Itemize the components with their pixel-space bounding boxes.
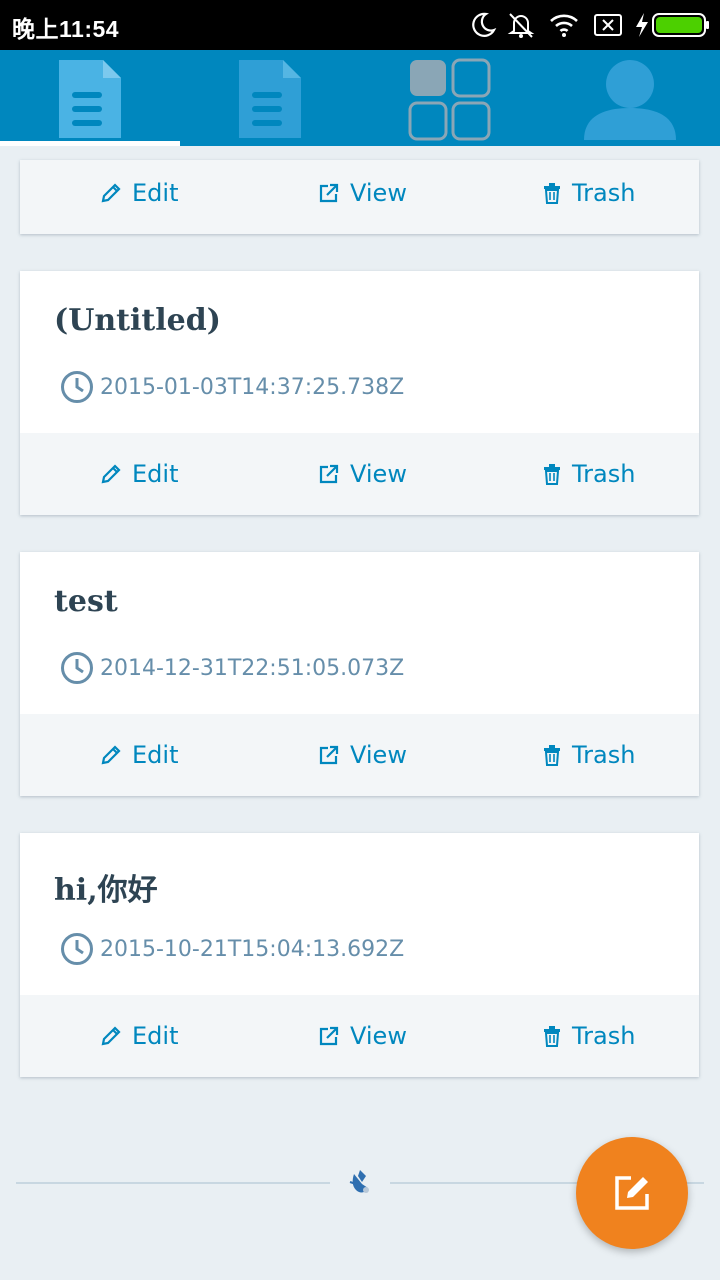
new-post-button[interactable] <box>576 1137 688 1249</box>
card-actions: Edit View Trash <box>20 433 699 515</box>
trash-button[interactable]: Trash <box>542 995 635 1077</box>
post-title: (Untitled) <box>54 303 221 338</box>
post-date-text: 2015-10-21T15:04:13.692Z <box>100 936 405 962</box>
sim-off-icon <box>592 10 624 44</box>
view-button[interactable]: View <box>318 160 407 226</box>
pencil-icon <box>101 183 121 203</box>
post-card[interactable]: test 2014-12-31T22:51:05.073Z Edit View … <box>20 552 699 796</box>
edit-label: Edit <box>132 1022 179 1050</box>
edit-button[interactable]: Edit <box>100 433 178 515</box>
edit-label: Edit <box>132 741 179 769</box>
post-date: 2014-12-31T22:51:05.073Z <box>60 650 404 686</box>
wifi-icon <box>548 10 580 44</box>
trash-label: Trash <box>572 1022 636 1050</box>
footer-logo-icon <box>346 1166 376 1202</box>
post-date-text: 2014-12-31T22:51:05.073Z <box>100 655 405 681</box>
clock-icon <box>61 652 93 684</box>
pencil-icon <box>101 464 121 484</box>
edit-button[interactable]: Edit <box>100 714 178 796</box>
post-title: hi,你好 <box>54 873 158 908</box>
view-button[interactable]: View <box>318 995 407 1077</box>
trash-icon <box>544 1026 560 1047</box>
card-body: hi,你好 2015-10-21T15:04:13.692Z <box>20 833 699 995</box>
post-card[interactable]: hi,你好 2015-10-21T15:04:13.692Z Edit View… <box>20 833 699 1077</box>
card-body: test 2014-12-31T22:51:05.073Z <box>20 552 699 714</box>
pencil-icon <box>101 1026 121 1046</box>
trash-label: Trash <box>572 460 636 488</box>
trash-label: Trash <box>572 741 636 769</box>
edit-label: Edit <box>132 460 179 488</box>
status-bar: 晚上11:54 <box>0 0 720 50</box>
post-card-partial: Edit View Trash <box>20 160 699 234</box>
external-link-icon <box>319 183 339 203</box>
bell-off-icon <box>506 10 536 44</box>
trash-icon <box>544 183 560 204</box>
tab-posts[interactable] <box>0 50 180 146</box>
moon-icon <box>468 10 498 44</box>
battery-icon <box>652 12 710 42</box>
card-actions: Edit View Trash <box>20 995 699 1077</box>
card-actions: Edit View Trash <box>20 714 699 796</box>
edit-button[interactable]: Edit <box>100 160 178 226</box>
pencil-icon <box>101 745 121 765</box>
external-link-icon <box>319 1026 339 1046</box>
trash-button[interactable]: Trash <box>542 714 635 796</box>
external-link-icon <box>319 464 339 484</box>
view-label: View <box>350 1022 407 1050</box>
view-label: View <box>350 741 407 769</box>
view-button[interactable]: View <box>318 714 407 796</box>
edit-label: Edit <box>132 179 179 207</box>
card-actions: Edit View Trash <box>20 160 699 234</box>
charging-icon <box>632 10 652 44</box>
post-card[interactable]: (Untitled) 2015-01-03T14:37:25.738Z Edit… <box>20 271 699 515</box>
document-icon <box>239 60 301 138</box>
trash-button[interactable]: Trash <box>542 160 635 226</box>
post-date: 2015-01-03T14:37:25.738Z <box>60 369 404 405</box>
view-label: View <box>350 179 407 207</box>
external-link-icon <box>319 745 339 765</box>
post-date-text: 2015-01-03T14:37:25.738Z <box>100 374 405 400</box>
post-title: test <box>54 584 118 619</box>
grid-icon <box>408 58 491 141</box>
edit-button[interactable]: Edit <box>100 995 178 1077</box>
person-icon <box>584 60 676 140</box>
status-time: 晚上11:54 <box>12 16 120 42</box>
tab-indicator <box>0 141 180 146</box>
compose-icon <box>615 1176 649 1210</box>
view-label: View <box>350 460 407 488</box>
view-button[interactable]: View <box>318 433 407 515</box>
clock-icon <box>61 933 93 965</box>
card-body: (Untitled) 2015-01-03T14:37:25.738Z <box>20 271 699 433</box>
tab-profile[interactable] <box>540 50 720 146</box>
tab-bar <box>0 50 720 146</box>
trash-button[interactable]: Trash <box>542 433 635 515</box>
trash-icon <box>544 464 560 485</box>
tab-pages[interactable] <box>180 50 360 146</box>
footer-divider-left <box>16 1182 330 1184</box>
tab-grid[interactable] <box>360 50 540 146</box>
trash-label: Trash <box>572 179 636 207</box>
clock-icon <box>61 371 93 403</box>
post-date: 2015-10-21T15:04:13.692Z <box>60 931 404 967</box>
trash-icon <box>544 745 560 766</box>
document-icon <box>59 60 121 138</box>
